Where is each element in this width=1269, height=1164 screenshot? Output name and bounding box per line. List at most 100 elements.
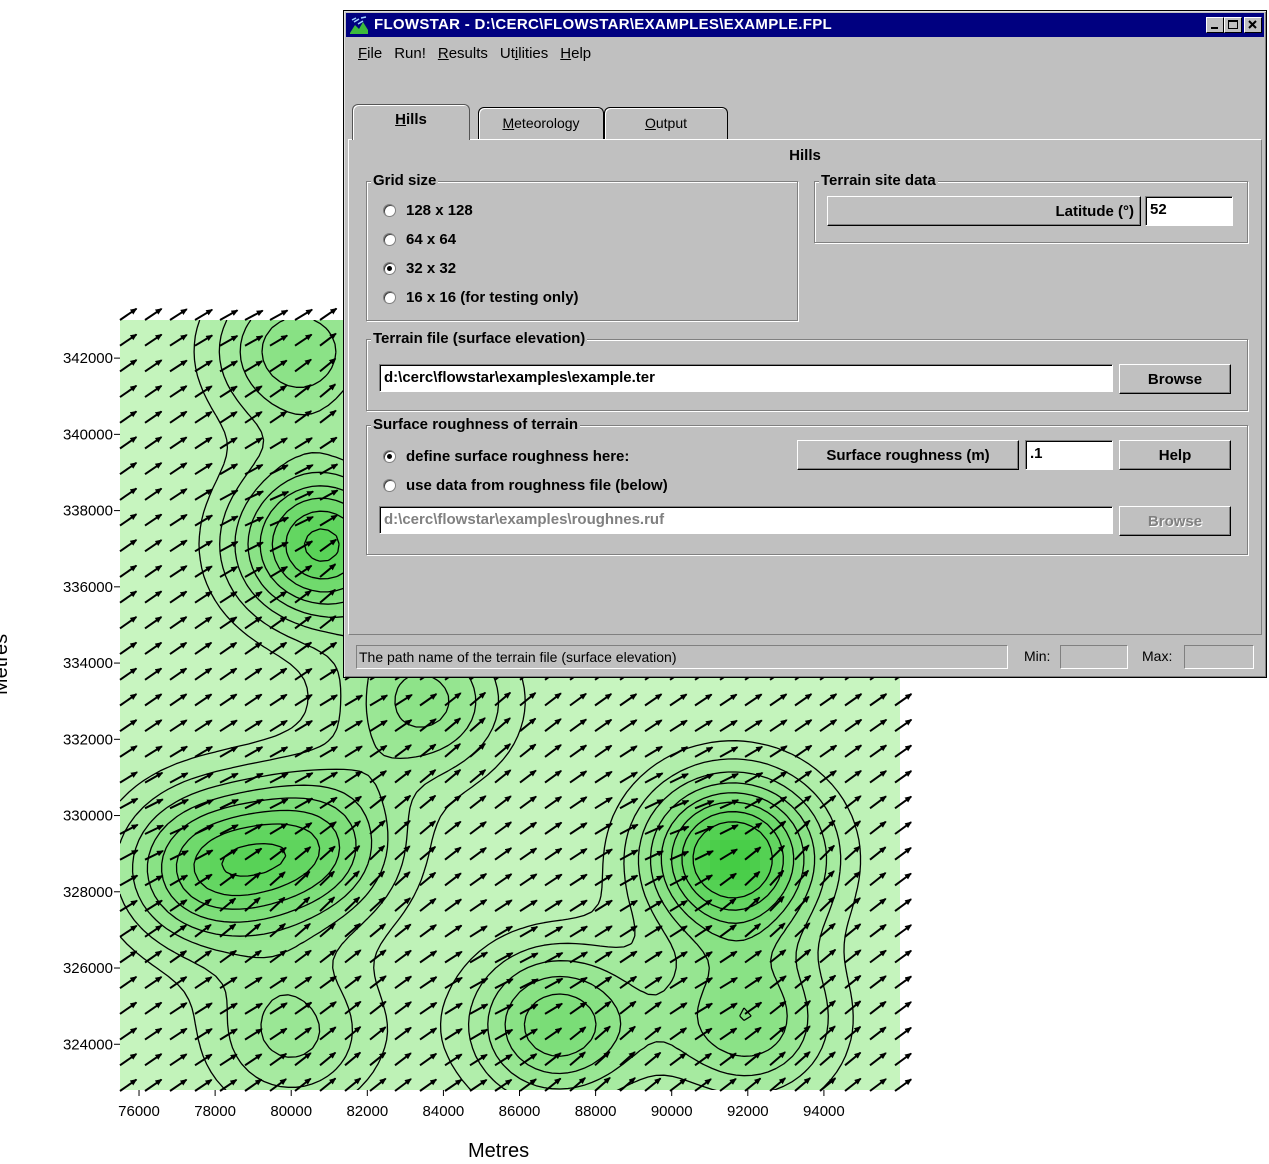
elevation-cell <box>580 810 591 821</box>
elevation-cell <box>280 710 291 721</box>
elevation-cell <box>510 760 521 771</box>
elevation-cell <box>240 680 251 691</box>
elevation-cell <box>480 760 491 771</box>
elevation-cell <box>430 850 441 861</box>
elevation-cell <box>300 650 311 661</box>
elevation-cell <box>510 710 521 721</box>
elevation-cell <box>180 570 191 581</box>
elevation-cell <box>510 830 521 841</box>
elevation-cell <box>160 600 171 611</box>
elevation-cell <box>230 910 241 921</box>
elevation-cell <box>460 710 471 721</box>
elevation-cell <box>290 630 301 641</box>
elevation-cell <box>730 930 741 941</box>
elevation-cell <box>710 840 721 851</box>
elevation-cell <box>200 860 211 871</box>
elevation-cell <box>890 910 900 921</box>
elevation-cell <box>260 540 271 551</box>
elevation-cell <box>870 710 881 721</box>
elevation-cell <box>260 560 271 571</box>
elevation-cell <box>860 840 871 851</box>
elevation-cell <box>860 830 871 841</box>
elevation-cell <box>210 650 221 661</box>
elevation-cell <box>430 730 441 741</box>
elevation-cell <box>230 420 241 431</box>
elevation-cell <box>250 680 261 691</box>
elevation-cell <box>230 700 241 711</box>
elevation-cell <box>420 710 431 721</box>
elevation-cell <box>160 670 171 681</box>
elevation-cell <box>590 820 601 831</box>
elevation-cell <box>410 820 421 831</box>
elevation-cell <box>360 740 371 751</box>
elevation-cell <box>450 780 461 791</box>
elevation-cell <box>540 760 551 771</box>
elevation-cell <box>790 710 801 721</box>
elevation-cell <box>240 640 251 651</box>
elevation-cell <box>580 730 591 741</box>
elevation-cell <box>800 680 811 691</box>
elevation-cell <box>410 730 421 741</box>
elevation-cell <box>180 710 191 721</box>
elevation-cell <box>160 460 171 471</box>
elevation-cell <box>560 680 571 691</box>
elevation-cell <box>160 750 171 761</box>
elevation-cell <box>560 930 571 941</box>
elevation-cell <box>660 870 671 881</box>
elevation-cell <box>210 530 221 541</box>
elevation-cell <box>140 530 151 541</box>
elevation-cell <box>520 790 531 801</box>
elevation-cell <box>610 680 621 691</box>
elevation-cell <box>160 380 171 391</box>
elevation-cell <box>640 870 651 881</box>
elevation-cell <box>840 810 851 821</box>
elevation-cell <box>820 680 831 691</box>
elevation-cell <box>310 440 321 451</box>
elevation-cell <box>330 700 341 711</box>
elevation-cell <box>210 380 221 391</box>
elevation-cell <box>210 700 221 711</box>
elevation-cell <box>140 460 151 471</box>
elevation-cell <box>490 910 501 921</box>
elevation-cell <box>460 800 471 811</box>
elevation-cell <box>240 660 251 671</box>
elevation-cell <box>260 870 271 881</box>
elevation-cell <box>720 730 731 741</box>
elevation-cell <box>740 710 751 721</box>
elevation-cell <box>310 630 321 641</box>
elevation-cell <box>460 820 471 831</box>
elevation-cell <box>210 740 221 751</box>
elevation-cell <box>130 450 141 461</box>
elevation-cell <box>300 500 311 511</box>
elevation-cell <box>510 680 521 691</box>
elevation-cell <box>740 840 751 851</box>
elevation-cell <box>390 760 401 771</box>
elevation-cell <box>260 800 271 811</box>
elevation-cell <box>250 550 261 561</box>
elevation-cell <box>410 780 421 791</box>
elevation-cell <box>520 840 531 851</box>
elevation-cell <box>210 370 221 381</box>
elevation-cell <box>600 780 611 791</box>
elevation-cell <box>250 370 261 381</box>
elevation-cell <box>750 710 761 721</box>
elevation-cell <box>620 920 631 931</box>
elevation-cell <box>140 330 151 341</box>
elevation-cell <box>140 560 151 571</box>
elevation-cell <box>160 320 171 331</box>
elevation-cell <box>220 380 231 391</box>
elevation-cell <box>120 560 131 571</box>
elevation-cell <box>200 710 211 721</box>
elevation-cell <box>180 730 191 741</box>
elevation-cell <box>260 570 271 581</box>
elevation-cell <box>270 660 281 671</box>
elevation-cell <box>660 890 671 901</box>
elevation-cell <box>330 680 341 691</box>
elevation-cell <box>840 760 851 771</box>
elevation-cell <box>290 860 301 871</box>
elevation-cell <box>780 730 791 741</box>
elevation-cell <box>450 940 461 951</box>
elevation-cell <box>620 710 631 721</box>
elevation-cell <box>420 920 431 931</box>
elevation-cell <box>150 630 161 641</box>
